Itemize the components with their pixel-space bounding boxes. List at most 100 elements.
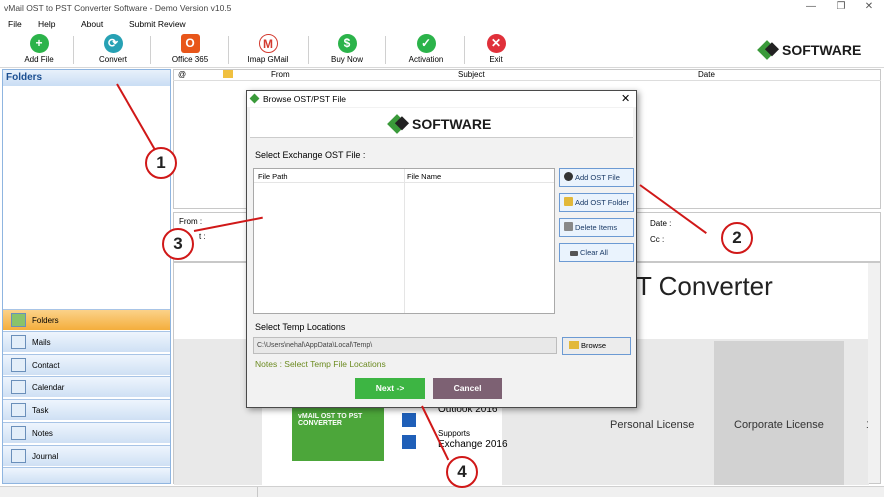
buy-now-button[interactable]: $ Buy Now: [326, 32, 368, 68]
title-bar: vMail OST to PST Converter Software - De…: [0, 0, 884, 16]
folder-tree[interactable]: [3, 86, 170, 304]
browse-dialog: Browse OST/PST File ✕ SOFTWARE Select Ex…: [246, 90, 637, 408]
nav-expand[interactable]: [3, 467, 170, 483]
menu-bar: File Help About Submit Review: [0, 16, 884, 32]
notes-icon: [11, 426, 26, 440]
subject-label: t :: [199, 232, 206, 241]
nav-label: Calendar: [32, 383, 65, 392]
header-divider: [254, 182, 554, 183]
clear-all-label: Clear All: [580, 248, 608, 257]
dialog-title-bar: Browse OST/PST File ✕: [247, 91, 636, 107]
office365-label: Office 365: [171, 55, 209, 64]
col-date[interactable]: Date: [698, 70, 715, 79]
toolbar-divider: [385, 36, 386, 64]
add-ost-file-button[interactable]: Add OST File: [559, 168, 634, 187]
activation-button[interactable]: ✓ Activation: [404, 32, 448, 68]
add-ost-folder-button[interactable]: Add OST Folder: [559, 193, 634, 212]
imap-gmail-button[interactable]: M Imap GMail: [245, 32, 291, 68]
nav-mails[interactable]: Mails: [3, 331, 170, 352]
nav-calendar[interactable]: Calendar: [3, 376, 170, 397]
office365-button[interactable]: O Office 365: [168, 32, 212, 68]
col-from[interactable]: From: [271, 70, 290, 79]
menu-about[interactable]: About: [81, 19, 103, 29]
nav-contact[interactable]: Contact: [3, 354, 170, 375]
exchange-text: Exchange 2016: [438, 439, 508, 450]
delete-items-button[interactable]: Delete Items: [559, 218, 634, 237]
nav-journal[interactable]: Journal: [3, 445, 170, 466]
exit-button[interactable]: ✕ Exit: [478, 32, 514, 68]
add-file-button[interactable]: + Add File: [18, 32, 60, 68]
col-subject[interactable]: Subject: [458, 70, 485, 79]
delete-items-label: Delete Items: [575, 223, 618, 232]
menu-file[interactable]: File: [8, 19, 22, 29]
cancel-button[interactable]: Cancel: [433, 378, 502, 399]
next-button[interactable]: Next ->: [355, 378, 425, 399]
brand-logo: SOFTWARE: [757, 40, 862, 60]
grid-header: @ From Subject Date: [173, 69, 881, 81]
close-button[interactable]: ✕: [854, 0, 884, 16]
temp-notes: Notes : Select Temp File Locations: [255, 359, 386, 369]
minimize-button[interactable]: —: [796, 0, 826, 16]
personal-license: Personal License: [610, 419, 695, 431]
browse-label: Browse: [581, 341, 607, 350]
exchange-icon: [402, 435, 416, 449]
activation-label: Activation: [408, 55, 444, 64]
temp-path-input[interactable]: C:\Users\nehal\AppData\Local\Temp\: [253, 337, 557, 354]
nav-label: Journal: [32, 452, 59, 461]
from-label: From :: [179, 217, 203, 226]
dialog-brand-text: SOFTWARE: [412, 116, 492, 132]
dollar-icon: $: [337, 34, 357, 53]
clear-all-button[interactable]: Clear All: [559, 243, 634, 262]
add-icon: [564, 172, 573, 181]
menu-submit-review[interactable]: Submit Review: [129, 19, 186, 29]
toolbar-divider: [150, 36, 151, 64]
calendar-icon: [11, 380, 26, 394]
nav-folders[interactable]: Folders: [3, 309, 170, 330]
cc-label: Cc :: [650, 235, 665, 244]
toolbar-divider: [228, 36, 229, 64]
brand-mark-icon: [387, 114, 407, 134]
refresh-icon: ⟳: [103, 34, 123, 53]
toolbar-divider: [73, 36, 74, 64]
nav-label: Notes: [32, 429, 53, 438]
dialog-close-icon[interactable]: ✕: [621, 92, 630, 105]
convert-label: Convert: [98, 55, 127, 64]
supports-text: Supports: [438, 429, 471, 438]
select-ost-label: Select Exchange OST File :: [255, 150, 366, 160]
contact-icon: [11, 358, 26, 372]
add-ost-folder-label: Add OST Folder: [575, 198, 630, 207]
journal-icon: [11, 449, 26, 463]
dialog-title: Browse OST/PST File: [263, 94, 346, 104]
menu-help[interactable]: Help: [38, 19, 55, 29]
attachment-icon: @: [178, 70, 187, 79]
preview-scrollbar[interactable]: [868, 263, 880, 483]
convert-button[interactable]: ⟳ Convert: [92, 32, 134, 68]
browse-button[interactable]: Browse: [562, 337, 631, 355]
file-table[interactable]: File Path File Name: [253, 168, 555, 314]
toolbar-divider: [308, 36, 309, 64]
nav-label: Mails: [32, 338, 51, 347]
toolbar: + Add File ⟳ Convert O Office 365 M Imap…: [0, 32, 884, 68]
nav-task[interactable]: Task: [3, 399, 170, 420]
nav-label: Folders: [32, 316, 59, 325]
nav-label: Contact: [32, 361, 60, 370]
maximize-button[interactable]: ❐: [826, 0, 856, 16]
status-section: [0, 487, 258, 497]
callout-4: 4: [446, 456, 478, 488]
dialog-app-icon: [249, 93, 260, 104]
plus-icon: +: [29, 34, 49, 53]
close-icon: ✕: [486, 34, 506, 53]
brand-text: SOFTWARE: [782, 42, 862, 58]
nav-notes[interactable]: Notes: [3, 422, 170, 443]
folder-icon: [11, 313, 26, 327]
brand-mark-icon: [757, 40, 777, 60]
check-icon: ✓: [416, 34, 436, 53]
outlook-icon: [402, 413, 416, 427]
col-file-name: File Name: [407, 172, 442, 181]
imap-gmail-label: Imap GMail: [247, 55, 289, 64]
corporate-column: [714, 341, 844, 485]
column-divider: [404, 169, 405, 313]
window-title: vMail OST to PST Converter Software - De…: [4, 3, 232, 13]
callout-3: 3: [162, 228, 194, 260]
add-ost-file-label: Add OST File: [575, 173, 620, 182]
